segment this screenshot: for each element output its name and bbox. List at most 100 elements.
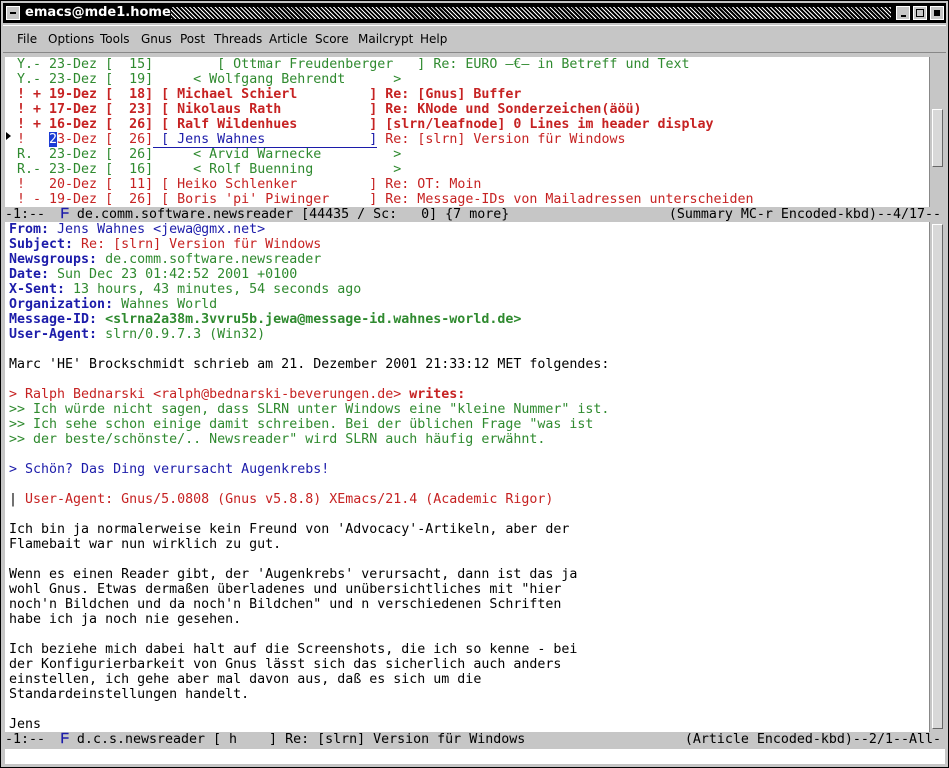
modeline-mode: (Article Encoded-kbd)--2/1--All- <box>684 732 941 747</box>
menu-mailcrypt[interactable]: Mailcrypt <box>358 32 413 46</box>
summary-line[interactable]: Y.- 23-Dez [ 19] < Wolfgang Behrendt > <box>17 72 401 87</box>
summary-lines: [ 11] <box>105 177 154 192</box>
article-buffer[interactable]: From: Jens Wahnes <jewa@gmx.net> Subject:… <box>5 222 929 732</box>
body-line: Ich bin ja normalerweise kein Freund von… <box>9 522 569 537</box>
summary-line[interactable]: ! + 16-Dez [ 26] [ Ralf Wildenhues ] [sl… <box>17 117 714 132</box>
summary-lines: [ 19] <box>105 72 154 87</box>
menu-threads[interactable]: Threads <box>214 32 262 46</box>
summary-author: < Rolf Buenning > <box>153 162 402 177</box>
menu-post[interactable]: Post <box>180 32 205 46</box>
summary-subject: Re: Message-IDs von Mailadressen untersc… <box>377 192 754 207</box>
modeline-status: -1:-- <box>5 732 62 747</box>
summary-subject: Re: KNode und Sonderzeichen(äöü) <box>377 102 642 117</box>
summary-author: [ Michael Schierl ] <box>153 87 378 102</box>
summary-line[interactable]: R.- 23-Dez [ 16] < Rolf Buenning > <box>17 162 401 177</box>
header-value: Sun Dec 23 01:42:52 2001 +0100 <box>49 267 298 282</box>
window-menu-icon[interactable] <box>6 6 20 20</box>
modeline-mode: (Summary MC-r Encoded-kbd)--4/17-- <box>668 207 941 222</box>
header-value: de.comm.software.newsreader <box>97 252 322 267</box>
summary-mark: ! <box>17 177 50 192</box>
summary-date: 19-Dez <box>49 192 106 207</box>
body-text: habe ich ja noch nie gesehen. <box>9 612 242 627</box>
article-scrollbar-thumb[interactable] <box>932 224 943 729</box>
emacs-window: emacs@mde1.home File Options Tools Gnus … <box>0 0 949 768</box>
summary-mark: R. <box>17 147 50 162</box>
header-value: slrn/0.9.7.3 (Win32) <box>97 327 266 342</box>
current-line-arrow-icon <box>6 132 11 140</box>
body-text: > Schön? Das Ding verursacht Augenkrebs! <box>9 462 330 477</box>
body-line: Marc 'HE' Brockschmidt schrieb am 21. De… <box>9 357 609 372</box>
header-value: 13 hours, 43 minutes, 54 seconds ago <box>65 282 362 297</box>
summary-author: [ Jens Wahnes ] <box>153 132 378 148</box>
header-name: X-Sent: <box>9 282 66 297</box>
modeline-buffer-info: de.comm.software.newsreader [44435 / Sc:… <box>68 207 510 222</box>
body-line: Standardeinstellungen handelt. <box>9 687 249 702</box>
summary-author: < Arvid Warnecke > <box>153 147 402 162</box>
summary-scrollbar-thumb[interactable] <box>932 109 943 167</box>
header-name: Date: <box>9 267 50 282</box>
body-line: der Konfigurierbarkeit von Gnus lässt si… <box>9 657 561 672</box>
maximize-icon[interactable] <box>913 6 927 20</box>
text-cursor: 2 <box>49 132 58 147</box>
summary-mark: ! <box>17 132 50 147</box>
summary-subject: Re: [slrn] Version für Windows <box>377 132 626 147</box>
summary-line[interactable]: R. 23-Dez [ 26] < Arvid Warnecke > <box>17 147 401 162</box>
body-text: wohl Gnus. Etwas dermaßen überladenes un… <box>9 582 562 597</box>
header-line: Message-ID: <slrna2a38m.3vvru5b.jewa@mes… <box>9 312 521 327</box>
header-line: Organization: Wahnes World <box>9 297 217 312</box>
body-line: noch'n Bildchen und da noch'n Bildchen" … <box>9 597 561 612</box>
body-text: >> Ich sehe schon einige damit schreiben… <box>9 417 594 432</box>
title-bar[interactable]: emacs@mde1.home <box>3 3 946 23</box>
menu-help[interactable]: Help <box>420 32 447 46</box>
quote-bar: | <box>9 492 26 507</box>
summary-line[interactable]: ! + 19-Dez [ 18] [ Michael Schierl ] Re:… <box>17 87 521 102</box>
summary-buffer[interactable]: Y.- 23-Dez [ 15] [ Ottmar Freudenberger … <box>5 57 929 207</box>
body-text: > Ralph Bednarski <ralph@bednarski-bever… <box>9 387 402 402</box>
summary-line[interactable]: ! - 19-Dez [ 26] [ Boris 'pi' Piwinger ]… <box>17 192 754 207</box>
body-text: Standardeinstellungen handelt. <box>9 687 250 702</box>
window-title: emacs@mde1.home <box>25 5 171 20</box>
summary-lines: [ 26] <box>105 147 154 162</box>
summary-lines: [ 26] <box>105 192 154 207</box>
menu-gnus[interactable]: Gnus <box>141 32 172 46</box>
article-scrollbar[interactable] <box>929 222 945 732</box>
summary-lines: [ 15] <box>105 57 154 72</box>
summary-line[interactable]: ! 20-Dez [ 11] [ Heiko Schlenker ] Re: O… <box>17 177 481 192</box>
body-text: Ich beziehe mich dabei halt auf die Scre… <box>9 642 578 657</box>
menu-article[interactable]: Article <box>269 32 308 46</box>
body-text: >> der beste/schönste/.. Newsreader" wir… <box>9 432 546 447</box>
body-line: | User-Agent: Gnus/5.0808 (Gnus v5.8.8) … <box>9 492 553 507</box>
minimize-icon[interactable] <box>896 6 910 20</box>
body-line: >> Ich sehe schon einige damit schreiben… <box>9 417 593 432</box>
menu-options[interactable]: Options <box>48 32 94 46</box>
summary-date: 20-Dez <box>49 177 106 192</box>
summary-line[interactable]: Y.- 23-Dez [ 15] [ Ottmar Freudenberger … <box>17 57 690 72</box>
attribution-suffix: writes: <box>401 387 466 402</box>
summary-author: [ Ottmar Freudenberger ] <box>153 57 426 72</box>
close-icon[interactable] <box>930 6 944 20</box>
minibuffer[interactable] <box>5 749 945 764</box>
gnus-icon: ᖴ <box>61 732 69 747</box>
summary-lines: [ 23] <box>105 102 154 117</box>
header-value: Wahnes World <box>113 297 218 312</box>
title-bar-grip[interactable] <box>171 7 891 19</box>
summary-author: [ Nikolaus Rath ] <box>153 102 378 117</box>
header-line: Date: Sun Dec 23 01:42:52 2001 +0100 <box>9 267 297 282</box>
summary-author: < Wolfgang Behrendt > <box>153 72 402 87</box>
body-text: Flamebait war nun wirklich zu gut. <box>9 537 282 552</box>
body-text: Ich bin ja normalerweise kein Freund von… <box>9 522 570 537</box>
modeline-buffer-info: d.c.s.newsreader [ h ] Re: [slrn] Versio… <box>68 732 526 747</box>
menu-file[interactable]: File <box>17 32 37 46</box>
summary-scrollbar[interactable] <box>929 57 945 207</box>
header-line: User-Agent: slrn/0.9.7.3 (Win32) <box>9 327 265 342</box>
body-line: Flamebait war nun wirklich zu gut. <box>9 537 281 552</box>
header-name: User-Agent: <box>9 327 98 342</box>
summary-subject: [slrn/leafnode] 0 Lines im header displa… <box>377 117 714 132</box>
summary-line[interactable]: ! + 17-Dez [ 23] [ Nikolaus Rath ] Re: K… <box>17 102 641 117</box>
header-name: Newsgroups: <box>9 252 98 267</box>
summary-mark: R.- <box>17 162 50 177</box>
summary-line[interactable]: ! 23-Dez [ 26] [ Jens Wahnes ] Re: [slrn… <box>17 132 626 148</box>
header-name: Message-ID: <box>9 312 98 327</box>
menu-score[interactable]: Score <box>315 32 349 46</box>
menu-tools[interactable]: Tools <box>100 32 130 46</box>
